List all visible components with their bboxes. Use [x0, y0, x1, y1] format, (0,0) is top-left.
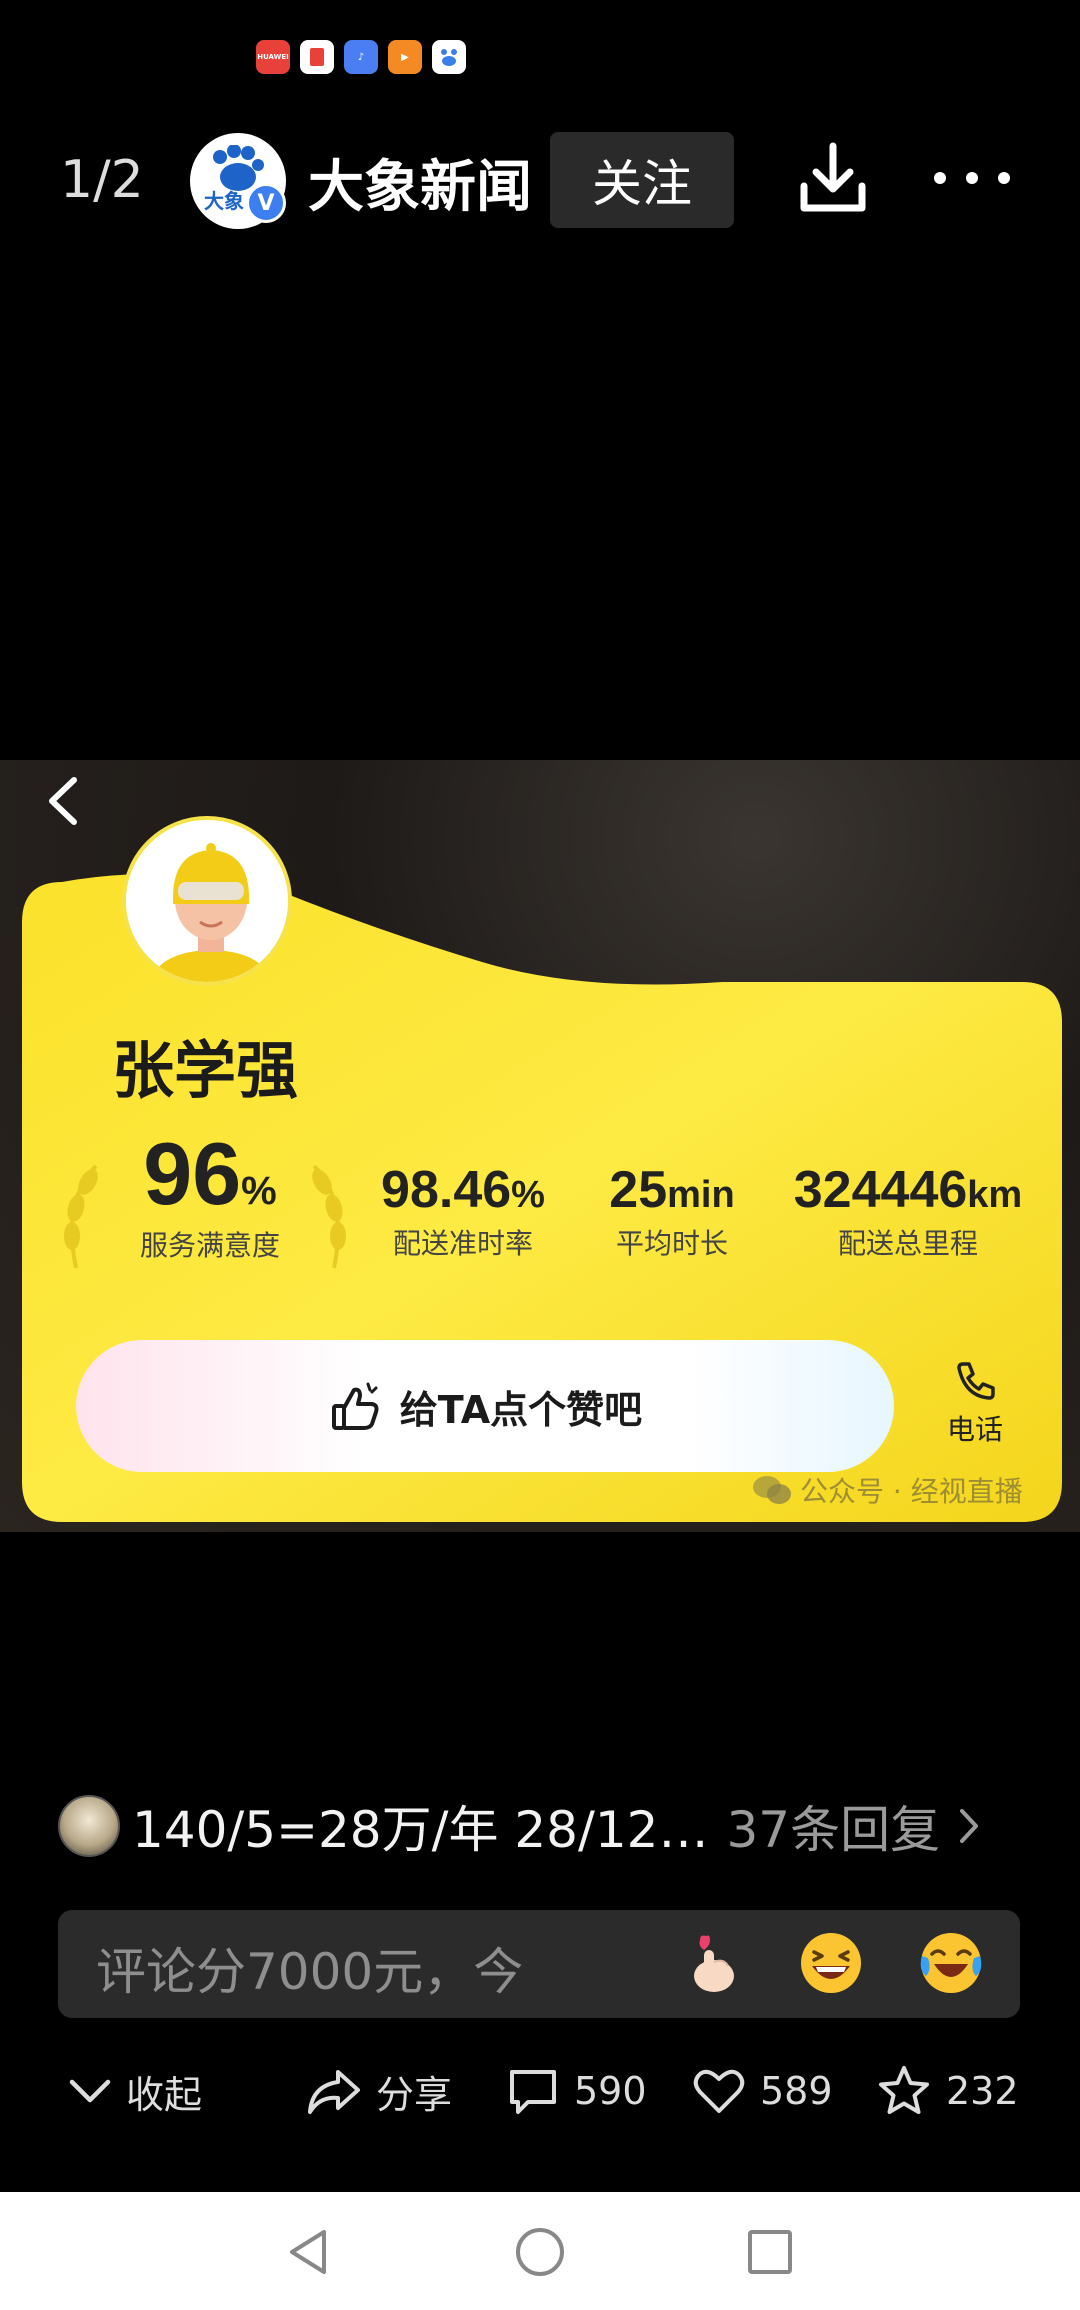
account-name[interactable]: 大象新闻: [308, 142, 532, 223]
phone-button[interactable]: 电话: [942, 1358, 1008, 1448]
favorites-count: 232: [946, 2069, 1019, 2113]
stat-on-time-rate: 98.46% 配送准时率: [366, 1164, 560, 1262]
comment-preview[interactable]: 140/5=28万/年 28/12… 37条回复: [58, 1793, 1018, 1859]
follow-button[interactable]: 关注: [550, 132, 734, 228]
finger-heart-emoji-icon[interactable]: [682, 1930, 748, 1996]
book-app-icon: [300, 40, 334, 74]
commenter-avatar: [58, 1795, 120, 1857]
stat-label: 服务满意度: [139, 1229, 280, 1262]
back-arrow-icon: [49, 777, 77, 825]
grinning-squint-emoji-icon[interactable]: [798, 1930, 864, 1996]
action-bar: 收起 分享 590 589 232: [0, 2050, 1080, 2132]
comments-button[interactable]: 590: [506, 2058, 647, 2124]
favorite-button[interactable]: 232: [876, 2058, 1019, 2124]
stat-label: 配送总里程: [837, 1227, 978, 1260]
verified-badge-icon: V: [246, 183, 286, 223]
thumbs-up-icon: [331, 1382, 379, 1430]
comment-placeholder: 评论分7000元，今: [96, 1943, 524, 2001]
like-rider-button[interactable]: 给TA点个赞吧: [76, 1340, 894, 1472]
like-rider-label: 给TA点个赞吧: [399, 1387, 643, 1432]
baidu-app-icon: [432, 40, 466, 74]
huawei-appgallery-icon: HUAWEI: [256, 40, 290, 74]
watermark: 公众号 · 经视直播: [752, 1470, 1023, 1510]
stat-satisfaction: 96% 服务满意度: [120, 1130, 300, 1264]
stat-average-duration: 25min 平均时长: [590, 1164, 754, 1262]
laurel-left-icon: [64, 1164, 98, 1269]
share-icon: [308, 2070, 360, 2114]
comment-input[interactable]: 评论分7000元，今: [58, 1910, 1020, 2018]
stat-unit: km: [967, 1174, 1023, 1216]
rider-avatar: [122, 816, 292, 986]
more-icon[interactable]: [930, 166, 1014, 190]
nav-back-icon[interactable]: [282, 2226, 334, 2278]
stat-unit: %: [241, 1169, 277, 1213]
star-icon: [879, 2066, 929, 2114]
stat-unit: min: [667, 1174, 735, 1216]
video-app-icon: ▶: [388, 40, 422, 74]
top-bar: 1/2 大象 V 大象新闻 关注: [0, 128, 1080, 232]
stat-unit: %: [511, 1174, 545, 1216]
heart-icon: [693, 2069, 745, 2113]
post-image[interactable]: 张学强 96% 服务满意度 98.46% 配送准时率 25min 平均时长 32…: [0, 760, 1080, 1532]
download-icon[interactable]: [798, 140, 868, 216]
wechat-icon: [753, 1476, 791, 1504]
stat-label: 平均时长: [615, 1227, 728, 1260]
comment-text: 140/5=28万/年 28/12…: [132, 1801, 709, 1859]
share-button[interactable]: 分享: [306, 2058, 452, 2124]
rider-name: 张学强: [112, 1034, 299, 1107]
system-nav-bar: [0, 2192, 1080, 2310]
comment-icon: [510, 2070, 556, 2114]
stat-total-distance: 324446km 配送总里程: [780, 1164, 1036, 1262]
crying-laughing-emoji-icon[interactable]: [918, 1930, 984, 1996]
stat-value: 25: [609, 1161, 668, 1219]
share-label: 分享: [376, 2072, 453, 2117]
like-button[interactable]: 589: [692, 2058, 833, 2124]
stat-value: 324446: [793, 1161, 968, 1219]
collapse-label: 收起: [126, 2072, 203, 2117]
music-app-icon: ♪: [344, 40, 378, 74]
reply-count[interactable]: 37条回复: [726, 1790, 940, 1862]
watermark-text: 公众号 · 经视直播: [800, 1475, 1023, 1508]
chevron-right-icon: [960, 1809, 979, 1843]
phone-icon: [957, 1362, 995, 1400]
rider-illustration-icon: [126, 820, 288, 982]
stat-value: 96: [143, 1124, 242, 1223]
comments-count: 590: [574, 2069, 647, 2113]
stat-label: 配送准时率: [392, 1227, 533, 1260]
chevron-down-icon: [69, 2079, 111, 2103]
status-bar: HUAWEI ♪ ▶: [256, 40, 466, 80]
collapse-button[interactable]: 收起: [68, 2058, 202, 2124]
nav-home-icon[interactable]: [514, 2226, 566, 2278]
avatar-text: 大象: [204, 189, 244, 213]
likes-count: 589: [760, 2069, 833, 2113]
nav-recents-icon[interactable]: [744, 2226, 796, 2278]
stat-value: 98.46: [381, 1161, 512, 1219]
laurel-right-icon: [312, 1164, 346, 1269]
page-indicator: 1/2: [60, 150, 144, 210]
phone-label: 电话: [946, 1413, 1003, 1446]
